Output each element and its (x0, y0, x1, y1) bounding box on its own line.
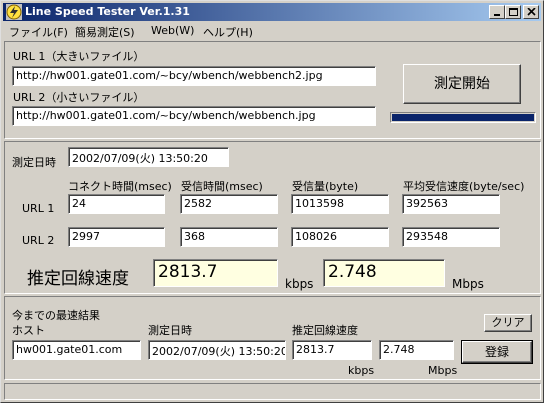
receive-time-header: 受信時間(msec) (181, 180, 263, 193)
register-button[interactable]: 登録 (461, 340, 533, 364)
progress-fill (392, 114, 534, 121)
best-speed-label: 推定回線速度 (292, 324, 358, 337)
minimize-button[interactable] (489, 5, 505, 19)
measure-panel: 測定日時 2002/07/09(火) 13:50:20 コネクト時間(msec)… (4, 141, 541, 294)
url2-connect-time[interactable]: 2997 (68, 227, 165, 247)
receive-bytes-header: 受信量(byte) (292, 180, 359, 193)
best-panel: 今までの最速結果 ホスト 測定日時 推定回線速度 クリア hw001.gate0… (4, 296, 541, 380)
menu-help[interactable]: ヘルプ(H) (203, 24, 253, 40)
best-mbps-field[interactable]: 2.748 (379, 340, 454, 360)
window-title: Line Speed Tester Ver.1.31 (25, 5, 190, 18)
url2-label: URL 2（小さいファイル） (13, 91, 145, 104)
avg-speed-header: 平均受信速度(byte/sec) (403, 180, 525, 193)
maximize-button[interactable] (505, 5, 521, 19)
estimate-mbps-field[interactable]: 2.748 (323, 259, 445, 287)
lightning-icon (6, 4, 22, 20)
best-datetime-label: 測定日時 (148, 324, 192, 337)
maximize-icon (509, 8, 518, 16)
mbps-unit: Mbps (452, 277, 484, 291)
close-button[interactable] (523, 5, 539, 19)
best-host-field[interactable]: hw001.gate01.com (12, 340, 141, 360)
start-measure-button[interactable]: 測定開始 (403, 64, 521, 104)
url2-avg-speed[interactable]: 293548 (402, 227, 500, 247)
url1-label: URL 1（大きいファイル） (13, 50, 145, 63)
menu-bar: ファイル(F) 簡易測定(S) Web(W) ヘルプ(H) (3, 22, 541, 40)
datetime-field[interactable]: 2002/07/09(火) 13:50:20 (68, 147, 229, 167)
menu-file[interactable]: ファイル(F) (9, 24, 68, 40)
menu-web[interactable]: Web(W) (151, 24, 194, 37)
row-label-url1: URL 1 (22, 202, 55, 215)
best-kbps-field[interactable]: 2813.7 (292, 340, 372, 360)
url1-input[interactable]: http://hw001.gate01.com/~bcy/wbench/webb… (12, 66, 376, 86)
app-window: Line Speed Tester Ver.1.31 ファイル(F) 簡易測定(… (0, 0, 544, 403)
host-label: ホスト (12, 324, 45, 337)
best-datetime-field[interactable]: 2002/07/09(火) 13:50:20 (148, 340, 286, 360)
best-mbps-unit: Mbps (428, 364, 458, 377)
estimate-kbps-field[interactable]: 2813.7 (153, 259, 278, 287)
url1-connect-time[interactable]: 24 (68, 194, 165, 214)
connect-time-header: コネクト時間(msec) (68, 180, 172, 193)
datetime-label: 測定日時 (12, 156, 56, 169)
url1-receive-bytes[interactable]: 1013598 (291, 194, 389, 214)
menu-simple-measure[interactable]: 簡易測定(S) (75, 24, 135, 40)
url2-input[interactable]: http://hw001.gate01.com/~bcy/wbench/webb… (12, 106, 376, 126)
clear-button[interactable]: クリア (484, 314, 532, 332)
url2-receive-time[interactable]: 368 (180, 227, 278, 247)
title-bar[interactable]: Line Speed Tester Ver.1.31 (3, 3, 541, 21)
close-icon (527, 8, 536, 16)
row-label-url2: URL 2 (22, 234, 55, 247)
best-kbps-unit: kbps (348, 364, 375, 377)
progress-bar (390, 112, 536, 123)
url1-avg-speed[interactable]: 392563 (402, 194, 500, 214)
url1-receive-time[interactable]: 2582 (180, 194, 278, 214)
url2-receive-bytes[interactable]: 108026 (291, 227, 389, 247)
best-section-label: 今までの最速結果 (12, 309, 100, 322)
estimate-label: 推定回線速度 (27, 269, 129, 289)
kbps-unit: kbps (285, 277, 314, 291)
status-bar (4, 383, 541, 400)
minimize-icon (494, 14, 500, 16)
url-panel: URL 1（大きいファイル） http://hw001.gate01.com/~… (4, 41, 541, 139)
